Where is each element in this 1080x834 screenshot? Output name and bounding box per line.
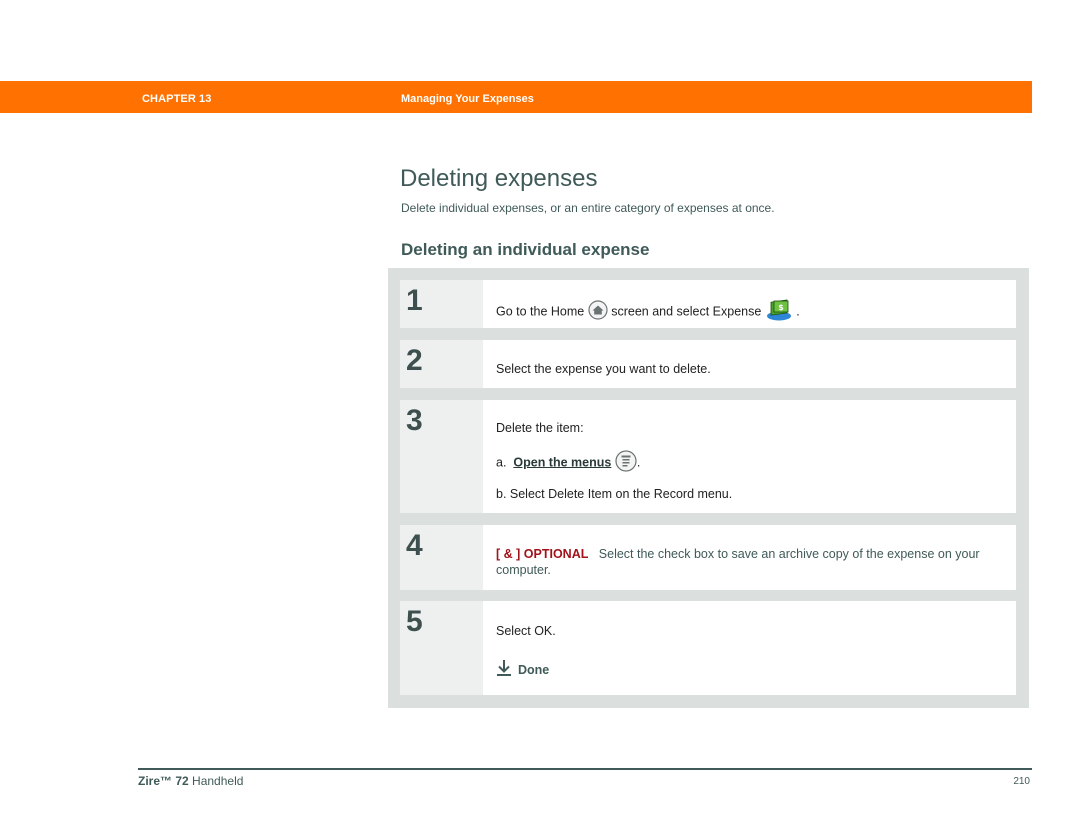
- step-substep-a: a. Open the menus .: [496, 450, 1000, 476]
- section-title: Deleting an individual expense: [401, 240, 650, 259]
- footer-divider: [138, 768, 1032, 770]
- done-label: Done: [518, 663, 550, 677]
- optional-label: [ & ] OPTIONAL: [496, 547, 589, 561]
- page-intro: Delete individual expenses, or an entire…: [401, 201, 775, 215]
- step-5: 5 Select OK. Done: [400, 601, 1016, 695]
- step-text: screen and select Expense: [611, 304, 762, 319]
- step-substep-b: b. Select Delete Item on the Record menu…: [496, 487, 733, 501]
- step-number: 5: [406, 605, 423, 638]
- step-4: 4 [ & ] OPTIONAL Select the check box to…: [400, 525, 1016, 590]
- done-arrow-icon: [496, 659, 512, 681]
- svg-text:$: $: [778, 303, 784, 312]
- step-text: Delete the item:: [496, 421, 584, 435]
- done-marker: Done: [496, 659, 1000, 681]
- step-3: 3 Delete the item: a. Open the menus . b…: [400, 400, 1016, 513]
- step-number: 4: [406, 529, 423, 562]
- product-suffix: Handheld: [192, 774, 244, 788]
- step-number: 3: [406, 404, 423, 437]
- step-number: 2: [406, 344, 423, 377]
- menu-icon: [615, 450, 637, 476]
- step-2: 2 Select the expense you want to delete.: [400, 340, 1016, 388]
- step-text: Select the expense you want to delete.: [496, 362, 711, 376]
- chapter-title: Managing Your Expenses: [401, 93, 534, 105]
- open-menus-link[interactable]: Open the menus: [513, 455, 611, 469]
- step-text: Select OK.: [496, 624, 556, 638]
- product-name: Zire™ 72: [138, 774, 189, 788]
- home-icon: [588, 300, 608, 324]
- expense-app-icon: $: [765, 298, 793, 326]
- step-text: Go to the Home: [496, 304, 585, 319]
- steps-container: 1 Go to the Home screen and select Expen…: [388, 268, 1029, 708]
- step-1: 1 Go to the Home screen and select Expen…: [400, 280, 1016, 328]
- step-number: 1: [406, 284, 423, 317]
- page-title: Deleting expenses: [400, 165, 598, 192]
- footer-product: Zire™ 72 Handheld: [138, 774, 243, 788]
- page-number: 210: [1013, 776, 1030, 787]
- chapter-number: CHAPTER 13: [142, 93, 212, 105]
